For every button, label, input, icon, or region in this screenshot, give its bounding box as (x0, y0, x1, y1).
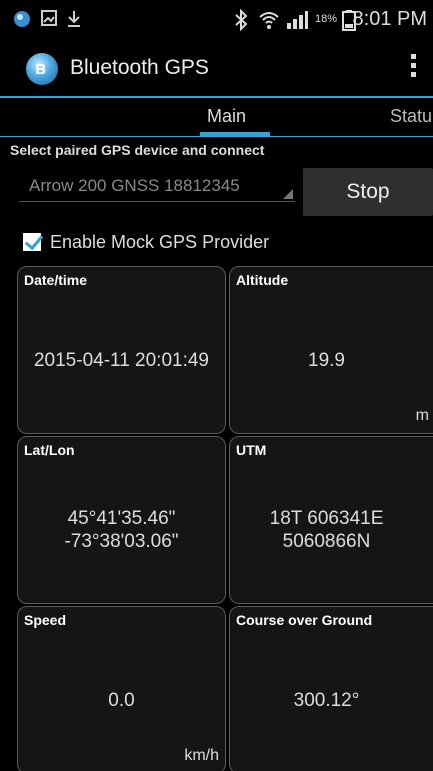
signal-icon (285, 9, 309, 36)
speed-card: Speed 0.0 km/h (17, 606, 226, 771)
device-selector[interactable]: Arrow 200 GNSS 18812345 (19, 168, 295, 202)
download-icon (66, 9, 82, 34)
datetime-value: 2015-04-11 20:01:49 (33, 350, 210, 371)
overflow-menu-icon[interactable] (409, 54, 417, 82)
speed-value: 0.0 (108, 690, 135, 711)
clock-time: 8:01 PM (352, 8, 427, 30)
utm-title: UTM (236, 442, 267, 458)
tab-main[interactable]: Main (207, 106, 246, 127)
speed-title: Speed (24, 612, 67, 628)
altitude-unit: m (415, 407, 429, 424)
tab-bar-divider (0, 136, 433, 137)
altitude-title: Altitude (236, 272, 289, 288)
altitude-card: Altitude 19.9 m (229, 266, 433, 434)
altitude-value: 19.9 (308, 350, 345, 371)
status-bar: 18% 8:01 PM (0, 0, 433, 40)
stop-button[interactable]: Stop (303, 168, 433, 216)
latlon-title: Lat/Lon (24, 442, 75, 458)
latitude-value: 45°41'35.46" (67, 508, 176, 529)
tab-status[interactable]: Statu (390, 106, 432, 127)
mock-provider-checkbox[interactable] (23, 233, 41, 251)
dropdown-arrow-icon (283, 189, 293, 199)
utm-northing: 5060866N (282, 531, 371, 552)
datetime-card: Date/time 2015-04-11 20:01:49 (17, 266, 226, 434)
utm-zone-easting: 18T 606341E (269, 508, 384, 529)
longitude-value: -73°38'03.06" (64, 531, 179, 552)
connect-section-label: Select paired GPS device and connect (10, 142, 265, 158)
bluetooth-icon (233, 8, 249, 36)
app-title: Bluetooth GPS (70, 56, 209, 79)
utm-card: UTM 18T 606341E 5060866N (229, 436, 433, 604)
app-logo-icon[interactable]: ʙ (26, 53, 58, 85)
action-bar: ʙ Bluetooth GPS (0, 40, 433, 96)
course-title: Course over Ground (236, 612, 373, 628)
image-notification-icon (40, 9, 58, 32)
latlon-card: Lat/Lon 45°41'35.46" -73°38'03.06" (17, 436, 226, 604)
wifi-icon (258, 9, 280, 36)
datetime-title: Date/time (24, 272, 88, 288)
tab-bar: Main Statu (0, 98, 433, 136)
course-value: 300.12° (293, 690, 360, 711)
mock-provider-label: Enable Mock GPS Provider (50, 232, 270, 252)
course-card: Course over Ground 300.12° (229, 606, 433, 771)
battery-percent: 18% (315, 13, 338, 25)
speed-unit: km/h (184, 747, 219, 764)
selected-device: Arrow 200 GNSS 18812345 (29, 176, 240, 195)
app-notification-icon (12, 9, 32, 34)
